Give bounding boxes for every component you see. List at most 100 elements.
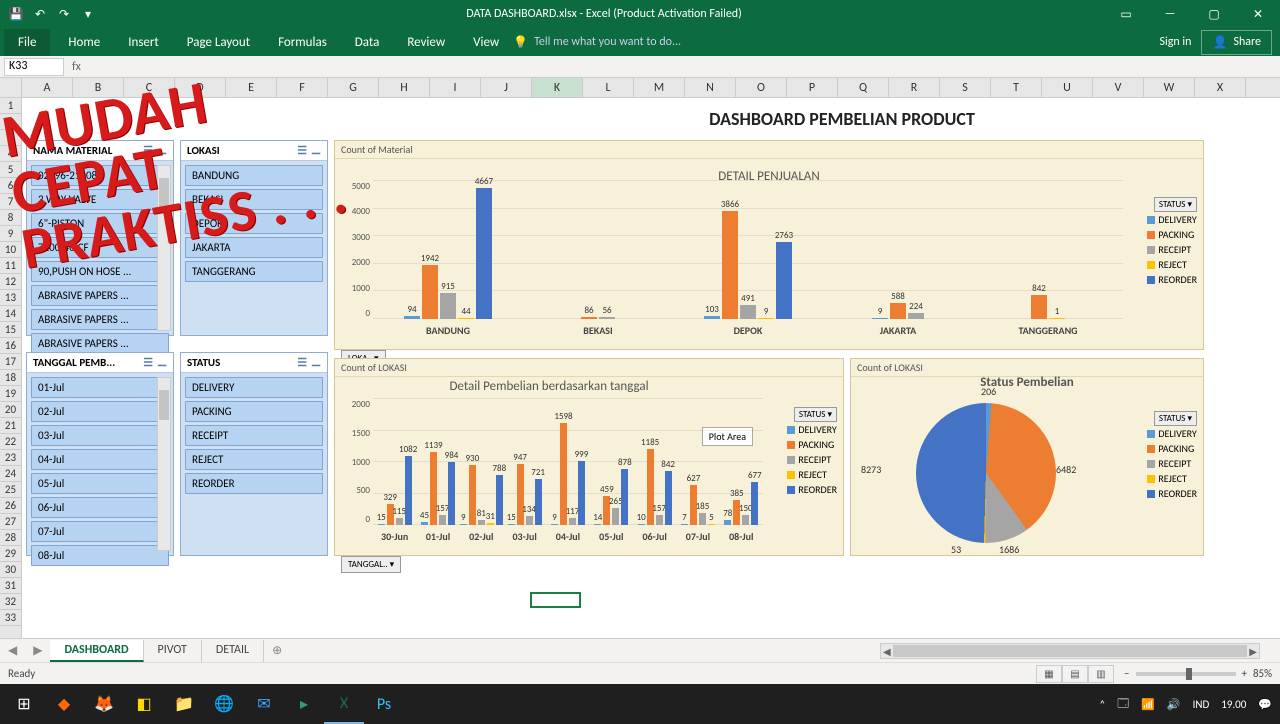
redo-icon[interactable]: ↷ [56,6,72,22]
slicer-item[interactable]: ABRASIVE PAPERS ... [31,333,169,354]
zoom-out-button[interactable]: − [1124,667,1129,680]
row-header[interactable]: 7 [0,194,21,210]
tell-me[interactable]: 💡Tell me what you want to do... [513,35,681,50]
col-header[interactable]: F [277,78,328,97]
name-box[interactable]: K33 [4,58,64,76]
multiselect-icon[interactable]: ☰ [143,356,153,369]
maximize-button[interactable]: ▢ [1192,0,1236,28]
zoom-in-button[interactable]: + [1242,667,1247,680]
view-normal-icon[interactable]: ▦ [1036,665,1062,683]
ribbon-display-icon[interactable]: ▭ [1104,0,1148,28]
sheet-tab[interactable]: PIVOT [144,640,202,662]
row-header[interactable]: 22 [0,434,21,450]
tab-view[interactable]: View [459,29,513,56]
row-header[interactable]: 17 [0,354,21,370]
share-button[interactable]: 👤Share [1201,30,1272,55]
slicer-lokasi[interactable]: LOKASI☰⚊ BANDUNGBEKASIDEPOKJAKARTATANGGE… [180,140,328,336]
slicer-item[interactable]: 6"-PISTON [31,213,169,234]
multiselect-icon[interactable]: ☰ [143,144,153,157]
row-header[interactable]: 24 [0,466,21,482]
col-header[interactable]: M [634,78,685,97]
slicer-item[interactable]: 01-Jul [31,377,169,398]
slicer-item[interactable]: 07-Jul [31,521,169,542]
col-header[interactable]: K [532,78,583,97]
row-header[interactable]: 25 [0,482,21,498]
close-button[interactable]: ✕ [1236,0,1280,28]
slicer-item[interactable]: 06-Jul [31,497,169,518]
slicer-item[interactable]: ABRASIVE PAPERS ... [31,309,169,330]
row-header[interactable]: 15 [0,322,21,338]
slicer-item[interactable]: REJECT [185,449,323,470]
clear-filter-icon[interactable]: ⚊ [157,356,167,369]
row-header[interactable]: 29 [0,546,21,562]
taskbar-explorer-icon[interactable]: 📁 [164,684,204,724]
start-button[interactable]: ⊞ [4,684,44,724]
row-header[interactable]: 12 [0,274,21,290]
slicer-tanggal[interactable]: TANGGAL PEMB...☰⚊ 01-Jul02-Jul03-Jul04-J… [26,352,174,556]
col-header[interactable]: O [736,78,787,97]
row-header[interactable]: 19 [0,386,21,402]
slicer-item[interactable]: DEPOK [185,213,323,234]
col-header[interactable]: A [22,78,73,97]
tab-insert[interactable]: Insert [114,29,173,56]
col-header[interactable]: U [1042,78,1093,97]
row-header[interactable]: 14 [0,306,21,322]
row-header[interactable]: 31 [0,578,21,594]
clear-filter-icon[interactable]: ⚊ [157,144,167,157]
row-header[interactable]: 11 [0,258,21,274]
tab-page-layout[interactable]: Page Layout [173,29,264,56]
row-header[interactable]: 26 [0,498,21,514]
tab-review[interactable]: Review [393,29,459,56]
row-header[interactable]: 8 [0,210,21,226]
row-header[interactable]: 6 [0,178,21,194]
worksheet-area[interactable]: DASHBOARD PEMBELIAN PRODUCT NAMA MATERIA… [22,98,1280,638]
col-header[interactable]: E [226,78,277,97]
taskbar-photoshop-icon[interactable]: Ps [364,684,404,724]
tray-notifications-icon[interactable]: 💬 [1258,698,1272,711]
col-header[interactable]: Q [838,78,889,97]
col-header[interactable]: J [481,78,532,97]
col-header[interactable]: W [1144,78,1195,97]
clear-filter-icon[interactable]: ⚊ [311,356,321,369]
clear-filter-icon[interactable]: ⚊ [311,144,321,157]
tray-chevron-icon[interactable]: ˄ [1099,698,1105,711]
scrollbar[interactable] [157,165,171,331]
slicer-item[interactable]: 90,PUSH ON HOSE ... [31,261,169,282]
status-filter-button[interactable]: STATUS ▾ [1154,411,1197,426]
slicer-item[interactable]: REORDER [185,473,323,494]
status-filter-button[interactable]: STATUS ▾ [1154,197,1197,212]
slicer-item[interactable]: DELIVERY [185,377,323,398]
row-header[interactable]: 5 [0,162,21,178]
row-header[interactable]: 16 [0,338,21,354]
col-header[interactable]: G [328,78,379,97]
row-header[interactable]: 23 [0,450,21,466]
col-header[interactable]: S [940,78,991,97]
taskbar-chrome-icon[interactable]: 🌐 [204,684,244,724]
tab-file[interactable]: File [4,29,50,56]
slicer-item[interactable]: JAKARTA [185,237,323,258]
slicer-item[interactable]: 03-Jul [31,425,169,446]
horizontal-scrollbar[interactable]: ◀▶ [880,643,1260,659]
taskbar-firefox-icon[interactable]: 🦊 [84,684,124,724]
col-header[interactable]: C [124,78,175,97]
slicer-item[interactable]: ABRASIVE PAPERS ... [31,285,169,306]
slicer-item[interactable]: 05-Jul [31,473,169,494]
slicer-item[interactable]: TANGGERANG [185,261,323,282]
taskbar-excel-icon[interactable]: X [324,684,364,724]
row-header[interactable]: 1 [0,98,21,114]
row-header[interactable]: 27 [0,514,21,530]
row-header[interactable]: 13 [0,290,21,306]
slicer-item[interactable]: 08-Jul [31,545,169,566]
undo-icon[interactable]: ↶ [32,6,48,22]
view-page-layout-icon[interactable]: ▤ [1062,665,1088,683]
col-header[interactable]: I [430,78,481,97]
row-header[interactable]: 2 [0,114,21,130]
multiselect-icon[interactable]: ☰ [297,144,307,157]
taskbar-mail-icon[interactable]: ✉ [244,684,284,724]
col-header[interactable]: T [991,78,1042,97]
zoom-slider[interactable] [1136,672,1236,676]
slicer-item[interactable]: 04-Jul [31,449,169,470]
chart-detail-pembelian-tanggal[interactable]: Count of LOKASI Detail Pembelian berdasa… [334,358,844,556]
new-sheet-button[interactable]: ⊕ [264,643,290,658]
status-filter-button[interactable]: STATUS ▾ [794,407,837,422]
